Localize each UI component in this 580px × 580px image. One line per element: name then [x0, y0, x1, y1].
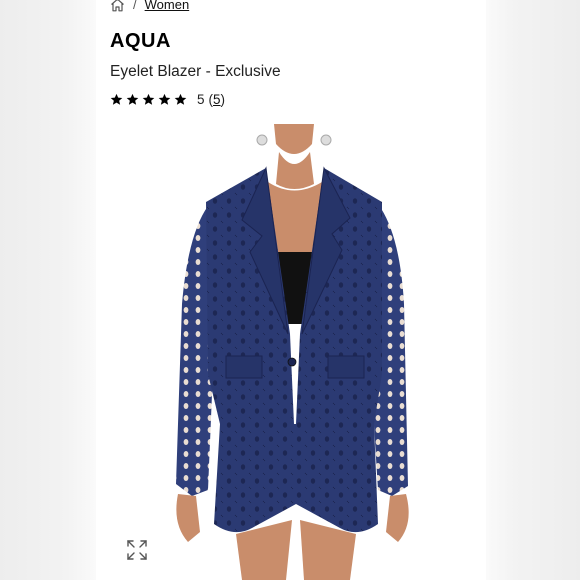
star-icon: [174, 93, 187, 105]
home-icon[interactable]: [110, 0, 125, 12]
star-icon: [158, 93, 171, 105]
product-card: / Women AQUA Eyelet Blazer - Exclusive 5…: [96, 0, 486, 580]
rating-value: 5: [197, 92, 205, 107]
star-icon: [126, 93, 139, 105]
right-background: [486, 0, 580, 580]
star-rating: [110, 93, 187, 106]
expand-arrows-icon[interactable]: [126, 539, 148, 561]
product-image[interactable]: [96, 124, 486, 580]
product-title: Eyelet Blazer - Exclusive: [110, 63, 281, 80]
review-count-close: ): [220, 92, 226, 107]
model-illustration: [176, 124, 409, 580]
breadcrumb-link-women[interactable]: Women: [145, 0, 190, 12]
star-icon: [110, 93, 123, 105]
star-icon: [142, 93, 155, 105]
breadcrumb-separator: /: [133, 0, 137, 12]
review-count-link[interactable]: 5: [213, 92, 221, 107]
left-background: [0, 0, 96, 580]
review-count[interactable]: (5): [209, 92, 226, 107]
breadcrumb: / Women: [110, 0, 189, 12]
product-rating: 5 (5): [110, 92, 225, 107]
brand-name[interactable]: AQUA: [110, 30, 171, 53]
